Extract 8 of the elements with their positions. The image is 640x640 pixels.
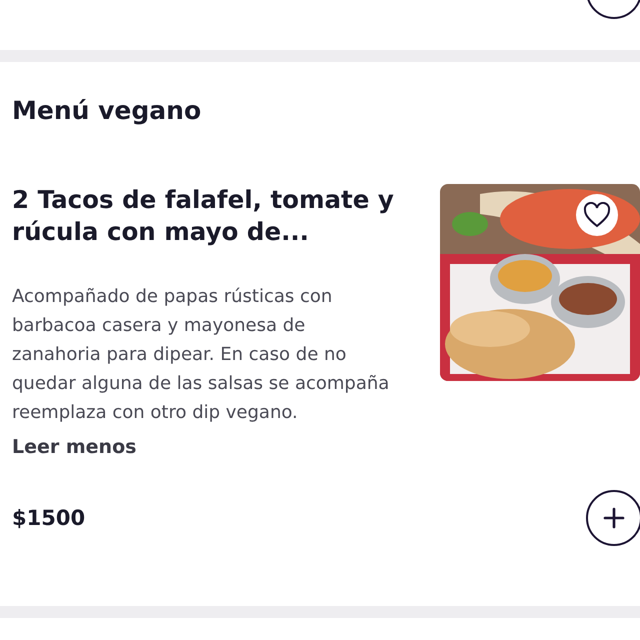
dish-description: Acompañado de papas rústicas con barbacoa casera y mayonesa de zanahoria para dipear. En caso de no quedar alguna de las salsas se acompaña reemplaza con otro dip vegano. bbox=[12, 285, 390, 425]
read-less-link[interactable]: Leer menos bbox=[12, 436, 136, 458]
plus-icon bbox=[602, 506, 626, 530]
add-button[interactable] bbox=[586, 490, 640, 546]
dish-name: 2 Tacos de falafel, tomate y rúcula con mayo de... bbox=[12, 184, 395, 248]
price: $1500 bbox=[12, 506, 86, 530]
section-title: Menú vegano bbox=[12, 95, 202, 127]
heart-icon bbox=[583, 202, 611, 228]
